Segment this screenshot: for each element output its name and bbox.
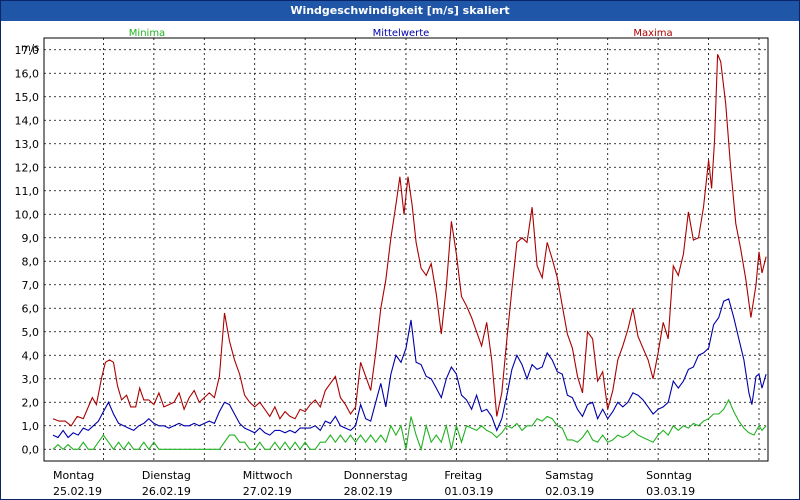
y-tick-label: 6,0 (22, 302, 40, 315)
x-tick-day-label: Mittwoch (243, 469, 293, 482)
x-tick-day-label: Sonntag (646, 469, 692, 482)
series-lines (52, 54, 767, 452)
chart-title-bar: Windgeschwindigkeit [m/s] skaliert (1, 1, 799, 21)
y-tick-label: 0,0 (22, 443, 40, 456)
y-tick-label: 2,0 (22, 396, 40, 409)
x-tick-date-label: 25.02.19 (53, 485, 102, 498)
grid (44, 38, 768, 461)
chart-window: 0,0 1,0 2,0 3,0 4,0 5,0 6,0 7,0 8,0 9,0 10,0 11,0 12… (0, 0, 800, 500)
x-tick-day-label: Dienstag (142, 469, 191, 482)
x-tick-day-label: Donnerstag (344, 469, 408, 482)
legend-minima: Minima (129, 28, 165, 39)
x-tick-date-label: 26.02.19 (142, 485, 191, 498)
y-tick-label: 4,0 (22, 349, 40, 362)
x-tick-date-label: 02.03.19 (545, 485, 594, 498)
series-line-minima (52, 398, 767, 452)
series-line-mittelwerte (52, 298, 767, 439)
y-tick-label: 5,0 (22, 326, 40, 339)
y-tick-label: 10,0 (15, 208, 40, 221)
legend-mittelwerte: Mittelwerte (373, 28, 430, 39)
y-axis-unit: m/s (21, 43, 39, 54)
x-tick-day-label: Freitag (444, 469, 482, 482)
x-tick-date-label: 28.02.19 (344, 485, 393, 498)
y-axis-ticks: 0,0 1,0 2,0 3,0 4,0 5,0 6,0 7,0 8,0 9,0 10,0 11,0 12… (15, 44, 40, 457)
y-tick-label: 11,0 (15, 185, 40, 198)
y-tick-label: 16,0 (15, 67, 40, 80)
wind-speed-chart: 0,0 1,0 2,0 3,0 4,0 5,0 6,0 7,0 8,0 9,0 10,0 11,0 12… (15, 28, 769, 498)
x-tick-day-label: Samstag (545, 469, 593, 482)
series-line-maxima (52, 54, 767, 427)
y-tick-label: 14,0 (15, 114, 40, 127)
x-tick-date-label: 03.03.19 (646, 485, 695, 498)
y-tick-label: 9,0 (22, 232, 40, 245)
y-tick-label: 15,0 (15, 91, 40, 104)
y-tick-label: 3,0 (22, 373, 40, 386)
x-tick-date-label: 01.03.19 (444, 485, 493, 498)
y-tick-label: 13,0 (15, 138, 40, 151)
y-tick-label: 12,0 (15, 161, 40, 174)
x-tick-date-label: 27.02.19 (243, 485, 292, 498)
x-axis-ticks: Montag 25.02.19 Dienstag 26.02.19 Mittwoch 27… (53, 469, 695, 498)
legend-maxima: Maxima (633, 28, 672, 39)
y-tick-label: 7,0 (22, 279, 40, 292)
x-tick-day-label: Montag (53, 469, 94, 482)
y-tick-label: 1,0 (22, 420, 40, 433)
y-tick-label: 8,0 (22, 255, 40, 268)
